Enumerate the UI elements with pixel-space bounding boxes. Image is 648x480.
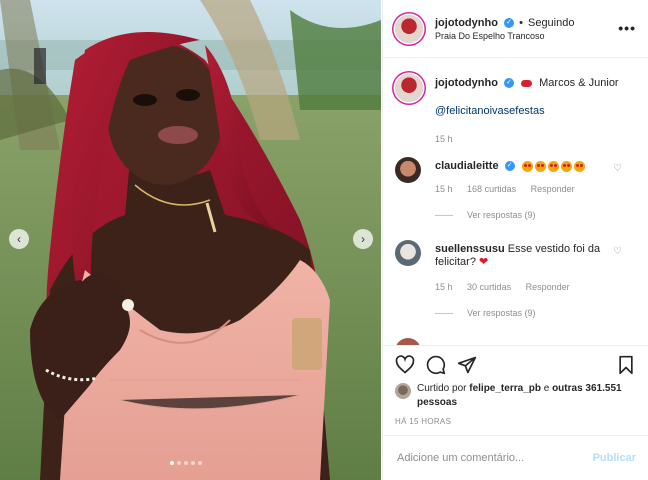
reply-button[interactable]: Responder bbox=[526, 282, 570, 292]
liked-user[interactable]: felipe_terra_pb bbox=[469, 383, 541, 394]
header-text: jojotodynho ✓ • Seguindo Praia Do Espelh… bbox=[435, 17, 574, 41]
post-timestamp[interactable]: HÁ 15 HORAS bbox=[395, 417, 451, 426]
bookmark-icon[interactable] bbox=[616, 355, 636, 375]
caption-mention[interactable]: @felicitanoivasefestas bbox=[435, 105, 545, 117]
view-replies-button[interactable]: Ver respostas (9) bbox=[435, 308, 536, 318]
instagram-post-modal: ‹ › jojotodynho ✓ • Seguindo Praia Do Es… bbox=[0, 0, 648, 480]
comment-meta: 15 h 30 curtidas Responder bbox=[435, 282, 582, 292]
carousel-dot bbox=[170, 461, 174, 465]
comments-list[interactable]: jojotodynho ✓ Marcos & Junior @felicitan… bbox=[383, 58, 648, 345]
publish-button[interactable]: Publicar bbox=[593, 452, 636, 464]
avatar[interactable] bbox=[395, 383, 411, 399]
liked-and: e bbox=[543, 383, 550, 394]
caption-time: 15 h bbox=[435, 134, 453, 144]
post-photo[interactable]: ‹ › bbox=[0, 0, 381, 480]
avatar[interactable] bbox=[395, 240, 421, 266]
verified-icon: ✓ bbox=[504, 78, 514, 89]
carousel-dot bbox=[198, 461, 202, 465]
post-actions: Curtido por felipe_terra_pb e outras 361… bbox=[383, 345, 648, 436]
heart-eyes-emoji-icon bbox=[547, 160, 559, 172]
comment-username[interactable]: claudialeitte bbox=[435, 160, 499, 172]
following-button[interactable]: Seguindo bbox=[528, 17, 575, 29]
carousel-dot bbox=[184, 461, 188, 465]
comment-time: 15 h bbox=[435, 282, 453, 292]
comment-time: 15 h bbox=[435, 184, 453, 194]
heart-icon[interactable] bbox=[395, 355, 415, 375]
carousel-next-button[interactable]: › bbox=[353, 229, 373, 249]
comment-like-icon[interactable]: ♡ bbox=[613, 163, 622, 174]
carousel-dot bbox=[177, 461, 181, 465]
action-icons bbox=[395, 355, 636, 375]
chevron-left-icon: ‹ bbox=[17, 232, 21, 246]
heart-eyes-emoji-icon bbox=[560, 160, 572, 172]
comment-likes[interactable]: 30 curtidas bbox=[467, 282, 511, 292]
verified-icon: ✓ bbox=[504, 161, 515, 172]
avatar[interactable] bbox=[395, 14, 423, 43]
replies-line bbox=[435, 214, 453, 216]
heart-eyes-emoji-icon bbox=[573, 160, 585, 172]
comment-item: claudialeitte ✓ ♡ 15 h 168 curtidas Resp… bbox=[395, 157, 636, 232]
comment-meta: 15 h 168 curtidas Responder bbox=[435, 184, 587, 194]
header-username[interactable]: jojotodynho bbox=[435, 17, 498, 29]
add-comment-bar: Publicar bbox=[383, 435, 648, 480]
post-caption: jojotodynho ✓ Marcos & Junior @felicitan… bbox=[395, 74, 636, 144]
liked-prefix: Curtido por bbox=[417, 383, 467, 394]
comment-emojis bbox=[521, 160, 587, 172]
heart-eyes-emoji-icon bbox=[534, 160, 546, 172]
comment-item: suellenssusu Esse vestido foi da felicit… bbox=[395, 240, 636, 325]
header-separator: • bbox=[519, 16, 523, 29]
liked-by: Curtido por felipe_terra_pb e outras 361… bbox=[395, 382, 638, 410]
lips-emoji-icon bbox=[521, 79, 533, 87]
carousel-dots bbox=[170, 461, 202, 465]
caption-username[interactable]: jojotodynho bbox=[435, 77, 498, 89]
replies-line bbox=[435, 312, 453, 314]
view-replies-label: Ver respostas (9) bbox=[467, 210, 536, 220]
comment-like-icon[interactable]: ♡ bbox=[613, 246, 622, 257]
comment-input[interactable] bbox=[395, 451, 593, 465]
heart-eyes-emoji-icon bbox=[521, 160, 533, 172]
location-link[interactable]: Praia Do Espelho Trancoso bbox=[435, 31, 574, 41]
red-heart-emoji-icon: ❤ bbox=[479, 256, 489, 268]
reply-button[interactable]: Responder bbox=[531, 184, 575, 194]
comment-likes[interactable]: 168 curtidas bbox=[467, 184, 516, 194]
chevron-right-icon: › bbox=[361, 232, 365, 246]
verified-icon: ✓ bbox=[504, 17, 514, 28]
carousel-dot bbox=[191, 461, 195, 465]
comment-username[interactable]: suellenssusu bbox=[435, 243, 505, 255]
post-image bbox=[0, 0, 381, 480]
avatar[interactable] bbox=[395, 74, 423, 102]
carousel-prev-button[interactable]: ‹ bbox=[9, 229, 29, 249]
post-header: jojotodynho ✓ • Seguindo Praia Do Espelh… bbox=[383, 0, 648, 58]
more-options-icon[interactable]: ••• bbox=[618, 20, 636, 36]
avatar[interactable] bbox=[395, 157, 421, 183]
comment-icon[interactable] bbox=[426, 355, 446, 375]
share-icon[interactable] bbox=[457, 355, 477, 375]
view-replies-button[interactable]: Ver respostas (9) bbox=[435, 210, 536, 220]
post-side-panel: jojotodynho ✓ • Seguindo Praia Do Espelh… bbox=[382, 0, 648, 480]
caption-text: Marcos & Junior bbox=[539, 77, 619, 89]
view-replies-label: Ver respostas (9) bbox=[467, 308, 536, 318]
avatar[interactable] bbox=[395, 338, 421, 345]
